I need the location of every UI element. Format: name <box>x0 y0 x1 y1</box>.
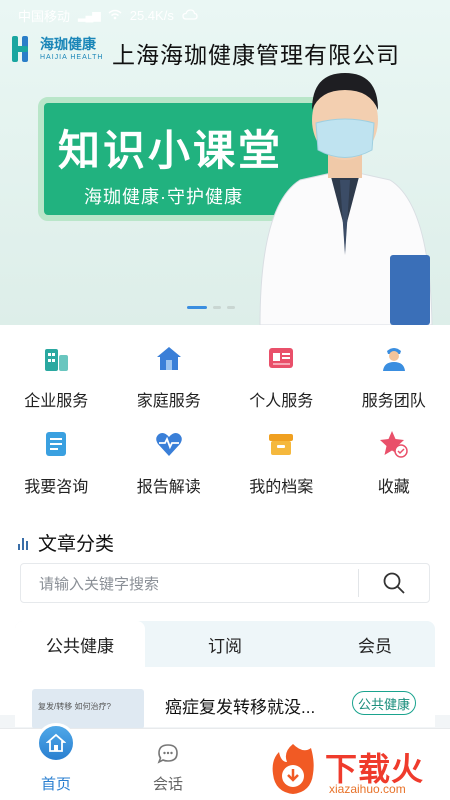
service-enterprise[interactable]: 企业服务 <box>0 335 113 421</box>
building-icon <box>45 349 69 371</box>
heart-pulse-icon <box>155 433 182 456</box>
signal-icon: ▂▄▆ <box>78 9 101 22</box>
star-badge-icon <box>379 431 408 458</box>
network-speed: 25.4K/s <box>129 7 174 23</box>
section-title: 文章分类 <box>38 534 115 555</box>
id-card-icon <box>269 348 294 368</box>
document-icon <box>46 432 67 456</box>
service-team[interactable]: 服务团队 <box>338 335 450 421</box>
tab-public-health[interactable]: 公共健康 <box>15 621 145 667</box>
carousel-dot-3[interactable] <box>227 306 235 309</box>
logo-cn: 海珈健康 <box>40 36 96 52</box>
service-favorites[interactable]: 收藏 <box>338 421 450 507</box>
service-grid: 企业服务 家庭服务 个人服务 服务团队 我要咨询 报告解读 我的档案 收藏 <box>0 325 450 515</box>
bar-chart-icon <box>18 536 28 550</box>
service-label: 我要咨询 <box>24 479 89 496</box>
nav-label-home: 首页 <box>40 776 71 793</box>
banner-carousel[interactable]: 中国移动 ▂▄▆ 25.4K/s 海珈健康 HAIJIA HEALTH 上海海珈… <box>0 0 450 325</box>
tab-member[interactable]: 会员 <box>335 621 415 667</box>
carousel-dot-1[interactable] <box>187 306 207 309</box>
logo-en: HAIJIA HEALTH <box>40 54 104 61</box>
flame-logo-icon <box>272 744 314 794</box>
carousel-dot-2[interactable] <box>213 306 221 309</box>
cloud-icon <box>182 8 198 23</box>
house-icon <box>156 347 181 370</box>
section-header: 文章分类 <box>18 529 114 556</box>
search-button[interactable] <box>359 563 429 603</box>
service-label: 企业服务 <box>24 393 89 410</box>
category-badge: 公共健康 <box>352 691 417 715</box>
service-label: 报告解读 <box>136 479 201 496</box>
service-personal[interactable]: 个人服务 <box>225 335 338 421</box>
nav-label-chat: 会话 <box>152 776 183 793</box>
status-bar: 中国移动 ▂▄▆ 25.4K/s <box>0 0 450 30</box>
company-logo: 海珈健康 HAIJIA HEALTH <box>12 32 103 66</box>
nav-chat[interactable]: 会话 <box>112 729 224 800</box>
wifi-icon <box>108 8 122 23</box>
search-input[interactable]: 请输入关键字搜索 <box>21 573 358 594</box>
service-family[interactable]: 家庭服务 <box>113 335 226 421</box>
archive-box-icon <box>269 434 294 455</box>
article-tabs: 公共健康 订阅 会员 复发/转移 如何治疗? 癌症复发转移就没... 公共健康 <box>15 621 435 729</box>
service-consult[interactable]: 我要咨询 <box>0 421 113 507</box>
service-label: 收藏 <box>377 479 410 496</box>
carousel-indicator[interactable] <box>187 306 235 309</box>
search-icon <box>383 572 405 594</box>
search-bar[interactable]: 请输入关键字搜索 <box>20 563 430 603</box>
watermark-url: xiazaihuo.com <box>329 782 406 796</box>
service-archive[interactable]: 我的档案 <box>225 421 338 507</box>
carrier-label: 中国移动 <box>18 8 71 24</box>
service-label: 家庭服务 <box>136 393 201 410</box>
list-item[interactable]: 复发/转移 如何治疗? 癌症复发转移就没... 公共健康 <box>15 667 435 729</box>
article-section: 文章分类 请输入关键字搜索 公共健康 订阅 会员 复发/转移 如何治疗? 癌症复… <box>0 515 450 729</box>
article-title: 癌症复发转移就没... <box>165 698 316 717</box>
tab-subscribe[interactable]: 订阅 <box>185 621 265 667</box>
logo-mark-icon <box>12 36 34 62</box>
nurse-icon <box>382 348 405 371</box>
chat-icon <box>157 744 178 764</box>
service-label: 服务团队 <box>361 393 426 410</box>
service-label: 我的档案 <box>249 479 314 496</box>
service-label: 个人服务 <box>249 393 314 410</box>
banner-card-subtitle: 海珈健康·守护健康 <box>84 187 243 207</box>
nav-home[interactable]: 首页 <box>0 723 112 800</box>
doctor-illustration <box>259 73 433 325</box>
watermark: 下载火 xiazaihuo.com <box>265 740 450 798</box>
home-icon <box>36 723 76 763</box>
service-report[interactable]: 报告解读 <box>113 421 226 507</box>
